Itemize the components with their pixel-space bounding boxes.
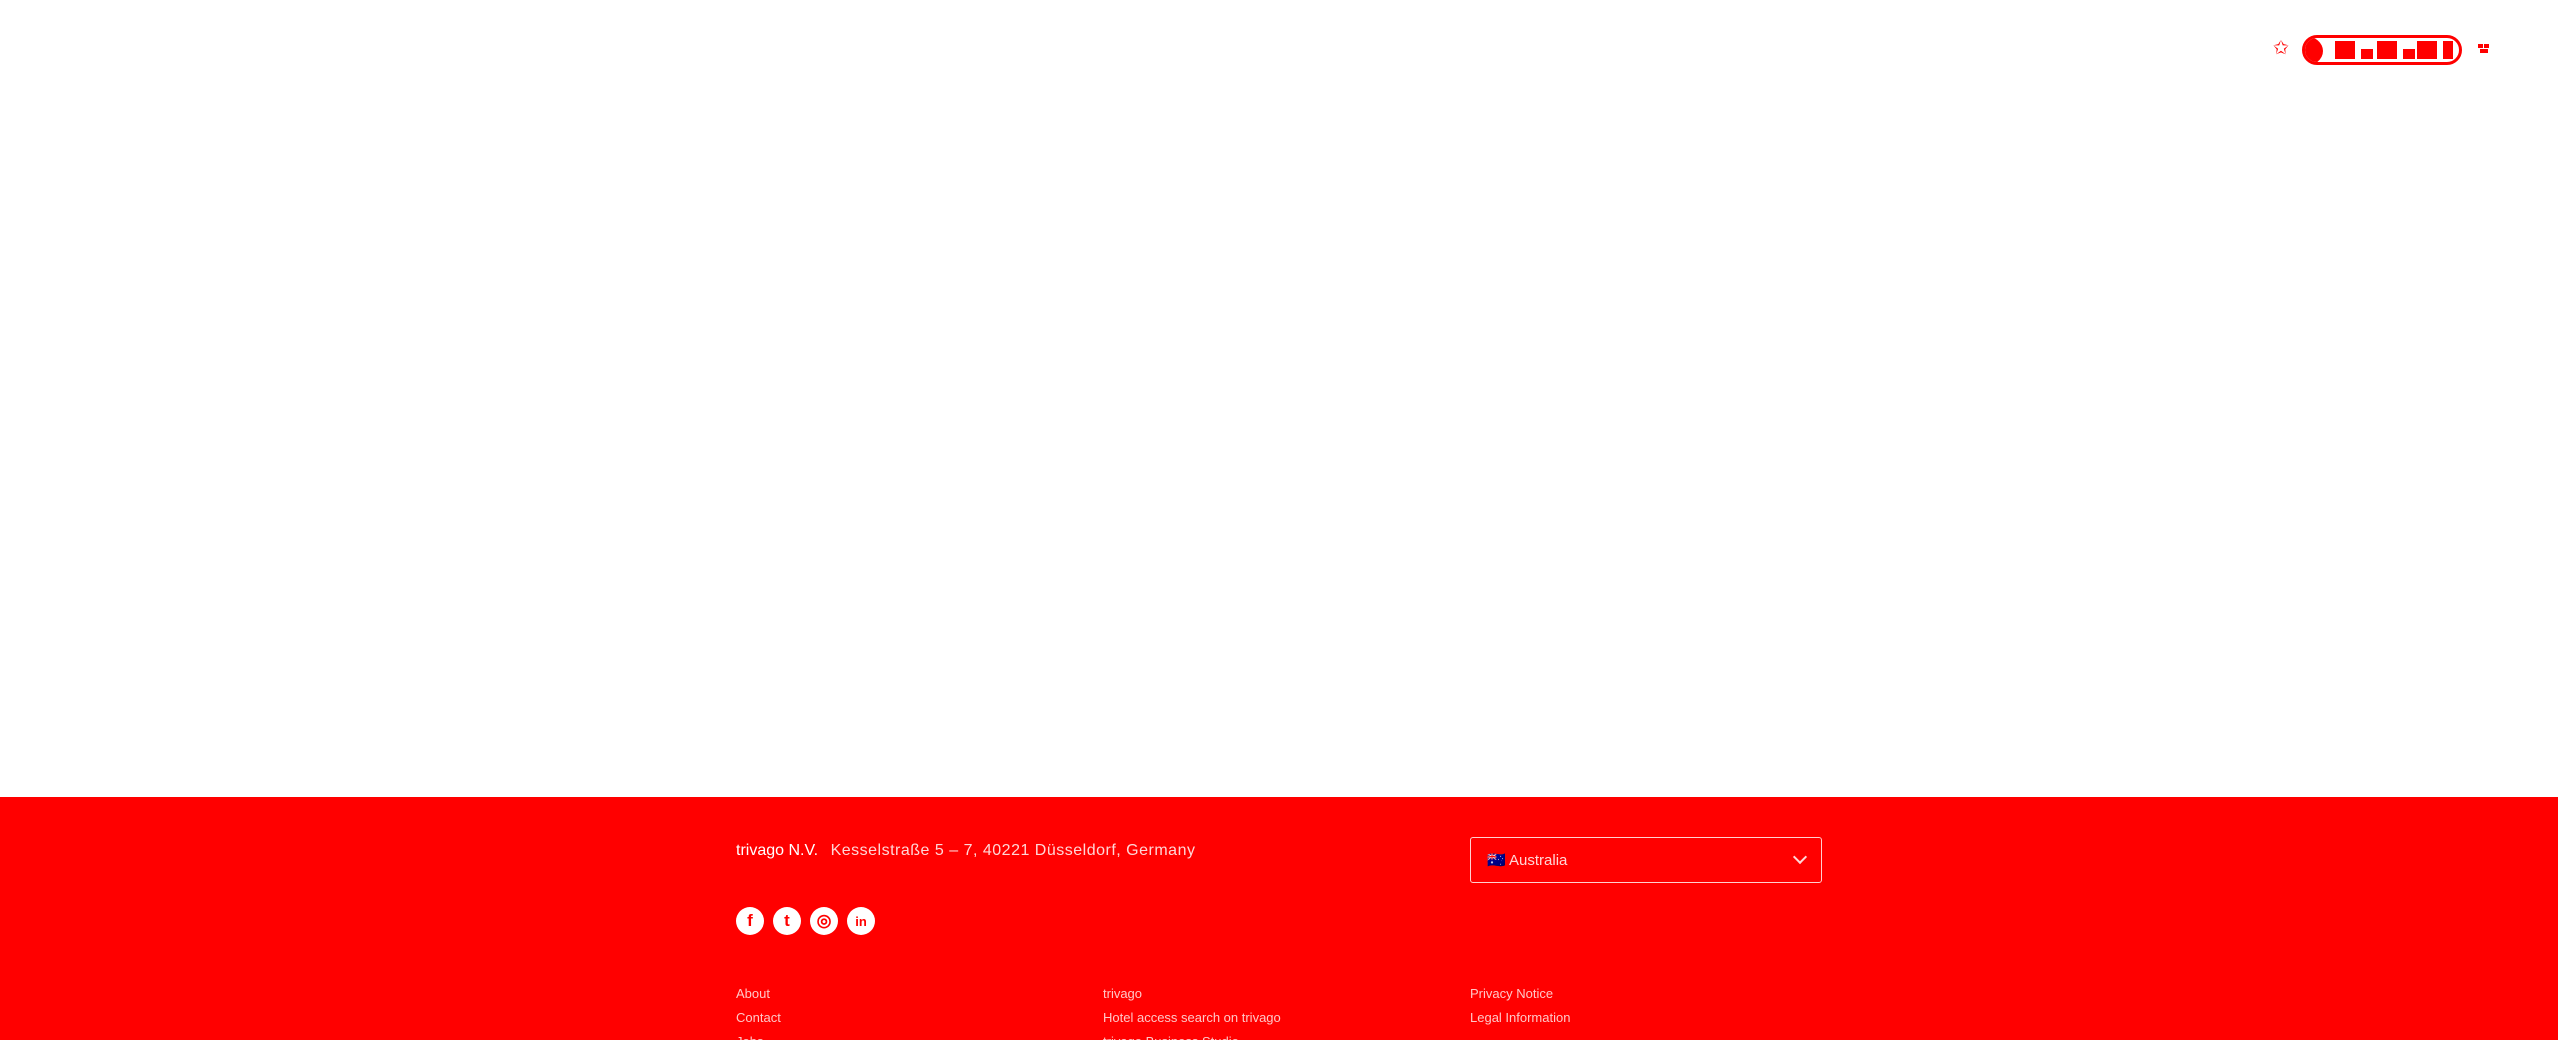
footer-links-company: About Contact Jobs	[736, 982, 781, 1040]
country-select-value: 🇦🇺 Australia	[1487, 852, 1568, 869]
country-select[interactable]: 🇦🇺 Australia	[1470, 837, 1822, 883]
pill-logo	[2302, 35, 2462, 65]
chevron-down-icon	[1792, 849, 1808, 865]
twitter-icon[interactable]: t	[773, 907, 801, 935]
page: ✩ trivago N.V. Kesselstraße 5 – 7, 40221…	[0, 0, 2560, 1040]
company-name: trivago N.V.	[736, 842, 819, 859]
facebook-icon[interactable]: f	[736, 907, 764, 935]
social-links: f t ◎ in	[736, 907, 875, 935]
company-info: trivago N.V. Kesselstraße 5 – 7, 40221 D…	[736, 842, 1195, 860]
footer-links-legal: Privacy Notice Legal Information	[1470, 982, 1570, 1030]
footer-link-privacy[interactable]: Privacy Notice	[1470, 982, 1570, 1006]
brand-badge[interactable]: ✩	[2262, 33, 2492, 67]
footer-links-trivago: trivago Hotel access search on trivago t…	[1103, 982, 1281, 1040]
footer-link-legal[interactable]: Legal Information	[1470, 1006, 1570, 1030]
instagram-icon[interactable]: ◎	[810, 907, 838, 935]
mini-logo-icon	[2478, 44, 2489, 53]
star-icon: ✩	[2273, 38, 2289, 59]
company-address: Kesselstraße 5 – 7, 40221 Düsseldorf, Ge…	[830, 842, 1196, 859]
linkedin-icon[interactable]: in	[847, 907, 875, 935]
footer: trivago N.V. Kesselstraße 5 – 7, 40221 D…	[0, 797, 2558, 1040]
footer-link-contact[interactable]: Contact	[736, 1006, 781, 1030]
footer-link-hotel-access[interactable]: Hotel access search on trivago	[1103, 1006, 1281, 1030]
footer-link-business-studio[interactable]: trivago Business Studio	[1103, 1030, 1281, 1040]
footer-link-about[interactable]: About	[736, 982, 781, 1006]
footer-link-trivago[interactable]: trivago	[1103, 982, 1281, 1006]
footer-link-jobs[interactable]: Jobs	[736, 1030, 781, 1040]
